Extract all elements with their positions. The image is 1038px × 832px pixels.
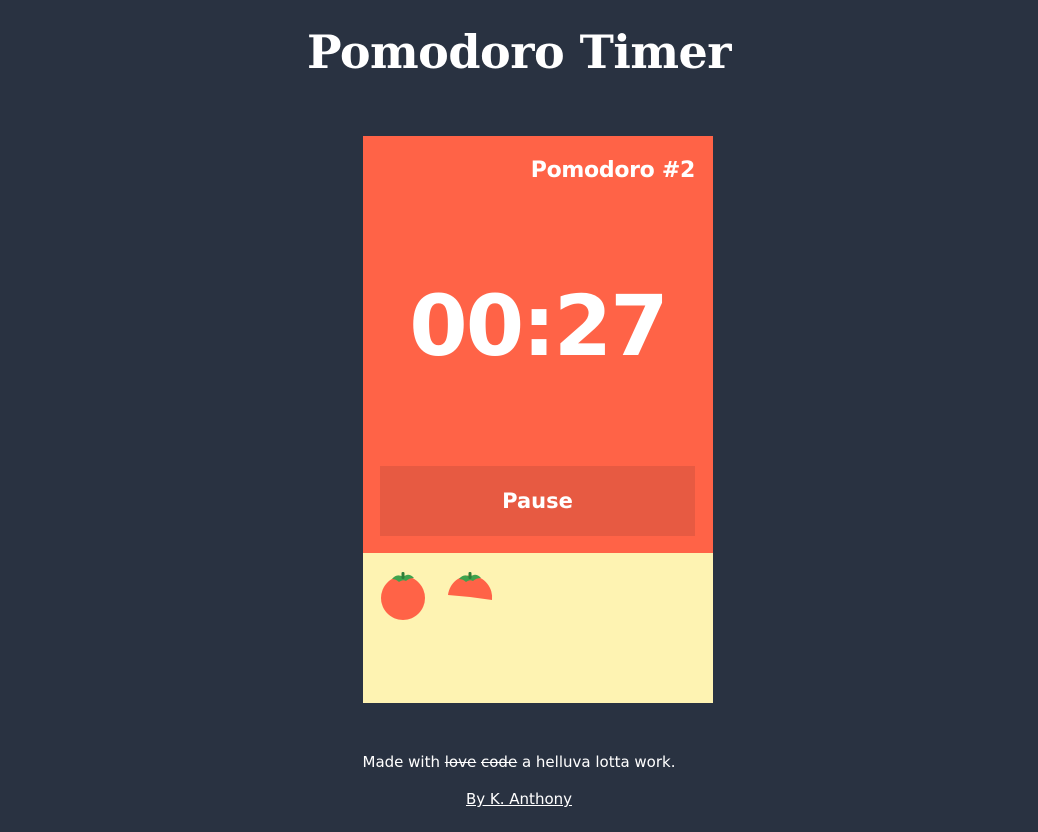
session-label: Pomodoro #2 <box>530 158 696 183</box>
author-link[interactable]: By K. Anthony <box>466 790 572 808</box>
timer-card: Pomodoro #2 00:27 Pause <box>363 136 713 703</box>
footer-text: Made with love code a helluva lotta work… <box>0 750 1038 774</box>
tomato-tracker <box>363 553 713 703</box>
timer-panel: Pomodoro #2 00:27 Pause <box>363 136 713 553</box>
footer-strike-love: love <box>444 753 477 771</box>
time-display: 00:27 <box>409 277 668 375</box>
tomato-icon <box>381 572 425 620</box>
partial-tomato-icon <box>448 572 493 600</box>
footer-made-with: Made with <box>362 753 440 771</box>
pause-button[interactable]: Pause <box>380 466 695 536</box>
footer-rest: a helluva lotta work. <box>521 753 676 771</box>
footer-strike-code: code <box>481 753 518 771</box>
author-link-wrapper: By K. Anthony <box>0 787 1038 811</box>
page-title: Pomodoro Timer <box>306 25 732 79</box>
